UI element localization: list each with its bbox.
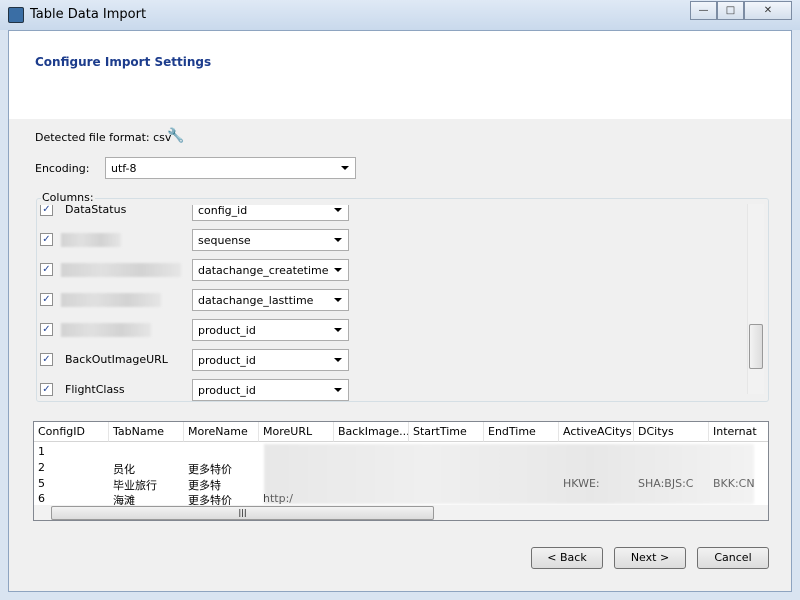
encoding-label: Encoding: [35, 162, 90, 175]
target-column-select[interactable]: product_id [192, 319, 349, 341]
column-checkbox[interactable]: ✓ [40, 293, 53, 306]
table-cell: 2 [38, 461, 45, 474]
table-cell: 1 [38, 445, 45, 458]
redacted-column-name [61, 263, 181, 277]
target-column-value: product_id [198, 354, 256, 367]
column-checkbox[interactable]: ✓ [40, 323, 53, 336]
next-button[interactable]: Next > [614, 547, 686, 569]
target-column-select[interactable]: datachange_createtime [192, 259, 349, 281]
page-title: Configure Import Settings [35, 55, 212, 69]
dialog-body: Configure Import Settings Detected file … [8, 30, 792, 592]
preview-table: ConfigID TabName MoreName MoreURL BackImage.… [33, 421, 769, 521]
header: Configure Import Settings [9, 31, 791, 119]
target-column-value: product_id [198, 324, 256, 337]
column-header[interactable]: MoreURL [259, 422, 334, 442]
chevron-down-icon [334, 208, 342, 212]
chevron-down-icon [334, 268, 342, 272]
column-header[interactable]: Internat [709, 422, 768, 442]
redacted-region [264, 444, 754, 504]
title-bar: Table Data Import — □ ✕ [0, 0, 800, 30]
encoding-select[interactable]: utf-8 [105, 157, 356, 179]
column-header[interactable]: TabName [109, 422, 184, 442]
source-column-name: FlightClass [65, 383, 125, 396]
column-header[interactable]: ActiveACitys [559, 422, 634, 442]
cancel-button[interactable]: Cancel [697, 547, 769, 569]
maximize-button[interactable]: □ [717, 1, 744, 20]
column-header[interactable]: StartTime [409, 422, 484, 442]
table-cell [184, 445, 259, 461]
column-checkbox[interactable]: ✓ [40, 263, 53, 276]
column-header[interactable]: BackImage... [334, 422, 409, 442]
target-column-select[interactable]: product_id [192, 379, 349, 401]
back-button[interactable]: < Back [531, 547, 603, 569]
minimize-button[interactable]: — [690, 1, 717, 20]
column-header[interactable]: DCitys [634, 422, 709, 442]
column-header[interactable]: MoreName [184, 422, 259, 442]
chevron-down-icon [334, 298, 342, 302]
column-mapping-row: ✓ sequense [9, 229, 749, 251]
column-mapping-row: ✓ datachange_lasttime [9, 289, 749, 311]
preview-horizontal-scrollbar[interactable]: ||| [34, 505, 768, 520]
table-cell [109, 445, 184, 461]
column-checkbox[interactable]: ✓ [40, 383, 53, 396]
redacted-column-name [61, 233, 121, 247]
wrench-icon[interactable]: 🔧 [167, 128, 184, 144]
window-title: Table Data Import [30, 7, 147, 22]
app-icon [8, 7, 24, 23]
target-column-value: sequense [198, 234, 251, 247]
chevron-down-icon [334, 328, 342, 332]
scrollbar-thumb[interactable]: ||| [51, 506, 434, 520]
target-column-select[interactable]: product_id [192, 349, 349, 371]
target-column-value: config_id [198, 204, 248, 217]
column-mapping-row: ✓ BackOutImageURL product_id [9, 349, 749, 371]
chevron-down-icon [334, 388, 342, 392]
target-column-value: datachange_createtime [198, 264, 329, 277]
table-cell: 更多特价 [188, 463, 232, 476]
encoding-value: utf-8 [111, 162, 137, 175]
column-header[interactable]: ConfigID [34, 422, 109, 442]
chevron-down-icon [334, 238, 342, 242]
target-column-select[interactable]: sequense [192, 229, 349, 251]
redacted-column-name [61, 293, 161, 307]
detected-format-label: Detected file format: csv [35, 131, 172, 144]
target-column-value: product_id [198, 384, 256, 397]
target-column-select[interactable]: datachange_lasttime [192, 289, 349, 311]
close-button[interactable]: ✕ [744, 1, 792, 20]
table-cell: 更多特 [188, 479, 221, 492]
redacted-column-name [61, 323, 151, 337]
table-cell: 员化 [113, 463, 135, 476]
source-column-name: BackOutImageURL [65, 353, 168, 366]
chevron-down-icon [334, 358, 342, 362]
column-checkbox[interactable]: ✓ [40, 353, 53, 366]
column-mapping-row: ✓ datachange_createtime [9, 259, 749, 281]
column-header[interactable]: EndTime [484, 422, 559, 442]
table-cell: 毕业旅行 [113, 479, 157, 492]
chevron-down-icon [341, 166, 349, 170]
columns-scrollbar[interactable] [747, 204, 764, 394]
column-mapping-row: ✓ FlightClass product_id [9, 379, 749, 401]
table-cell: 5 [38, 477, 45, 490]
scrollbar-thumb[interactable] [749, 324, 763, 369]
column-mapping-row: ✓ product_id [9, 319, 749, 341]
column-checkbox[interactable]: ✓ [40, 233, 53, 246]
target-column-value: datachange_lasttime [198, 294, 314, 307]
columns-label: Columns: [41, 191, 95, 204]
